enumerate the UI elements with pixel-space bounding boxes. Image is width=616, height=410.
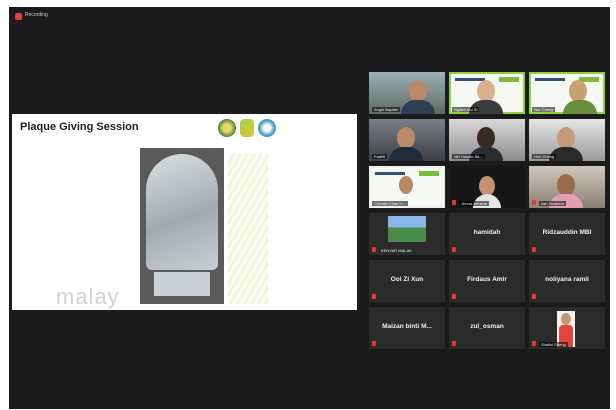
participant-tile[interactable]: noliyana ramli (529, 260, 605, 302)
crest-logo-icon (218, 119, 236, 137)
plaque-base (154, 272, 210, 296)
muted-mic-icon (532, 247, 536, 252)
participant-tile[interactable]: hamidah (449, 213, 525, 255)
partner-logos (218, 119, 304, 137)
participant-name: Nur Cheng (532, 107, 556, 112)
participant-name: Chealia Chan H... (372, 201, 408, 206)
slide-title: Plaque Giving Session (20, 121, 139, 133)
participant-tile[interactable]: zul_osman (449, 307, 525, 349)
recording-bar: Recording (9, 7, 610, 25)
plaque-photo (140, 148, 224, 304)
muted-mic-icon (532, 200, 536, 205)
participant-tile[interactable]: Ilah Zulaikha (529, 166, 605, 208)
profile-photo (388, 216, 426, 242)
muted-mic-icon (452, 247, 456, 252)
participant-tile[interactable]: Ooi Zi Xun (369, 260, 445, 302)
participant-tile-active-speaker[interactable]: Ngiam Hui Si (449, 72, 525, 114)
participant-face (409, 80, 427, 102)
participant-tile[interactable]: Hon Cheng (529, 119, 605, 161)
participant-face (557, 127, 575, 149)
participant-face (477, 80, 495, 102)
muted-mic-icon (372, 294, 376, 299)
participant-name: Fadhli (372, 154, 387, 159)
shared-screen[interactable]: Plaque Giving Session malay (12, 114, 357, 310)
participant-tile[interactable]: KENYAR MALAK (369, 213, 445, 255)
participant-tile[interactable]: Chealia Chan H... (369, 166, 445, 208)
muted-mic-icon (452, 200, 456, 205)
participant-name: Shalini Sheng (539, 342, 568, 347)
participant-face (557, 174, 575, 196)
participant-name: Hon Cheng (532, 154, 557, 159)
muted-mic-icon (532, 341, 536, 346)
muted-mic-icon (452, 341, 456, 346)
slide-watermark: malay (56, 284, 120, 309)
participant-tile[interactable]: Ridzauddin MBI (529, 213, 605, 255)
participant-name: Ngiam Hui Si (452, 107, 480, 112)
participant-tile[interactable]: Jenna Jemima (449, 166, 525, 208)
participant-name: Ridzauddin MBI (542, 229, 592, 236)
participant-face (569, 80, 587, 102)
muted-mic-icon (452, 294, 456, 299)
participant-name: zul_osman (470, 323, 504, 330)
participant-tile[interactable]: Nur Cheng (529, 72, 605, 114)
circle-logo-icon (258, 119, 276, 137)
participant-tile[interactable]: Shalini Sheng (529, 307, 605, 349)
participant-name: Jenna Jemima (459, 201, 490, 206)
participant-name: hamidah (473, 229, 501, 236)
leaf-graphic (228, 154, 268, 304)
muted-mic-icon (532, 294, 536, 299)
participant-tile[interactable]: Firdaus Amir (449, 260, 525, 302)
participant-name: Angie Baptist (372, 107, 400, 112)
participant-name: Ooi Zi Xun (390, 276, 424, 283)
leaf-logo-icon (240, 119, 254, 137)
participant-face (479, 176, 495, 196)
participant-name: Maizan binti M... (382, 323, 432, 330)
participant-face (399, 176, 413, 194)
participant-face (397, 127, 415, 149)
participant-name: NN Husain Sa... (452, 154, 485, 159)
muted-mic-icon (372, 247, 376, 252)
participant-tile[interactable]: NN Husain Sa... (449, 119, 525, 161)
participant-name: Firdaus Amir (467, 276, 507, 283)
participant-gallery: Angie Baptist Ngiam Hui Si Nur Cheng Fad… (369, 72, 607, 349)
muted-mic-icon (372, 341, 376, 346)
participant-tile[interactable]: Maizan binti M... (369, 307, 445, 349)
recording-icon (15, 13, 22, 20)
participant-tile[interactable]: Fadhli (369, 119, 445, 161)
recording-label: Recording (25, 12, 48, 18)
participant-name: noliyana ramli (545, 276, 589, 283)
participant-name: Ilah Zulaikha (539, 201, 566, 206)
glass-plaque (146, 154, 218, 270)
zoom-meeting-window: Recording Plaque Giving Session malay An… (9, 7, 610, 409)
participant-face (477, 127, 495, 149)
participant-tile[interactable]: Angie Baptist (369, 72, 445, 114)
participant-name: KENYAR MALAK (381, 248, 412, 253)
